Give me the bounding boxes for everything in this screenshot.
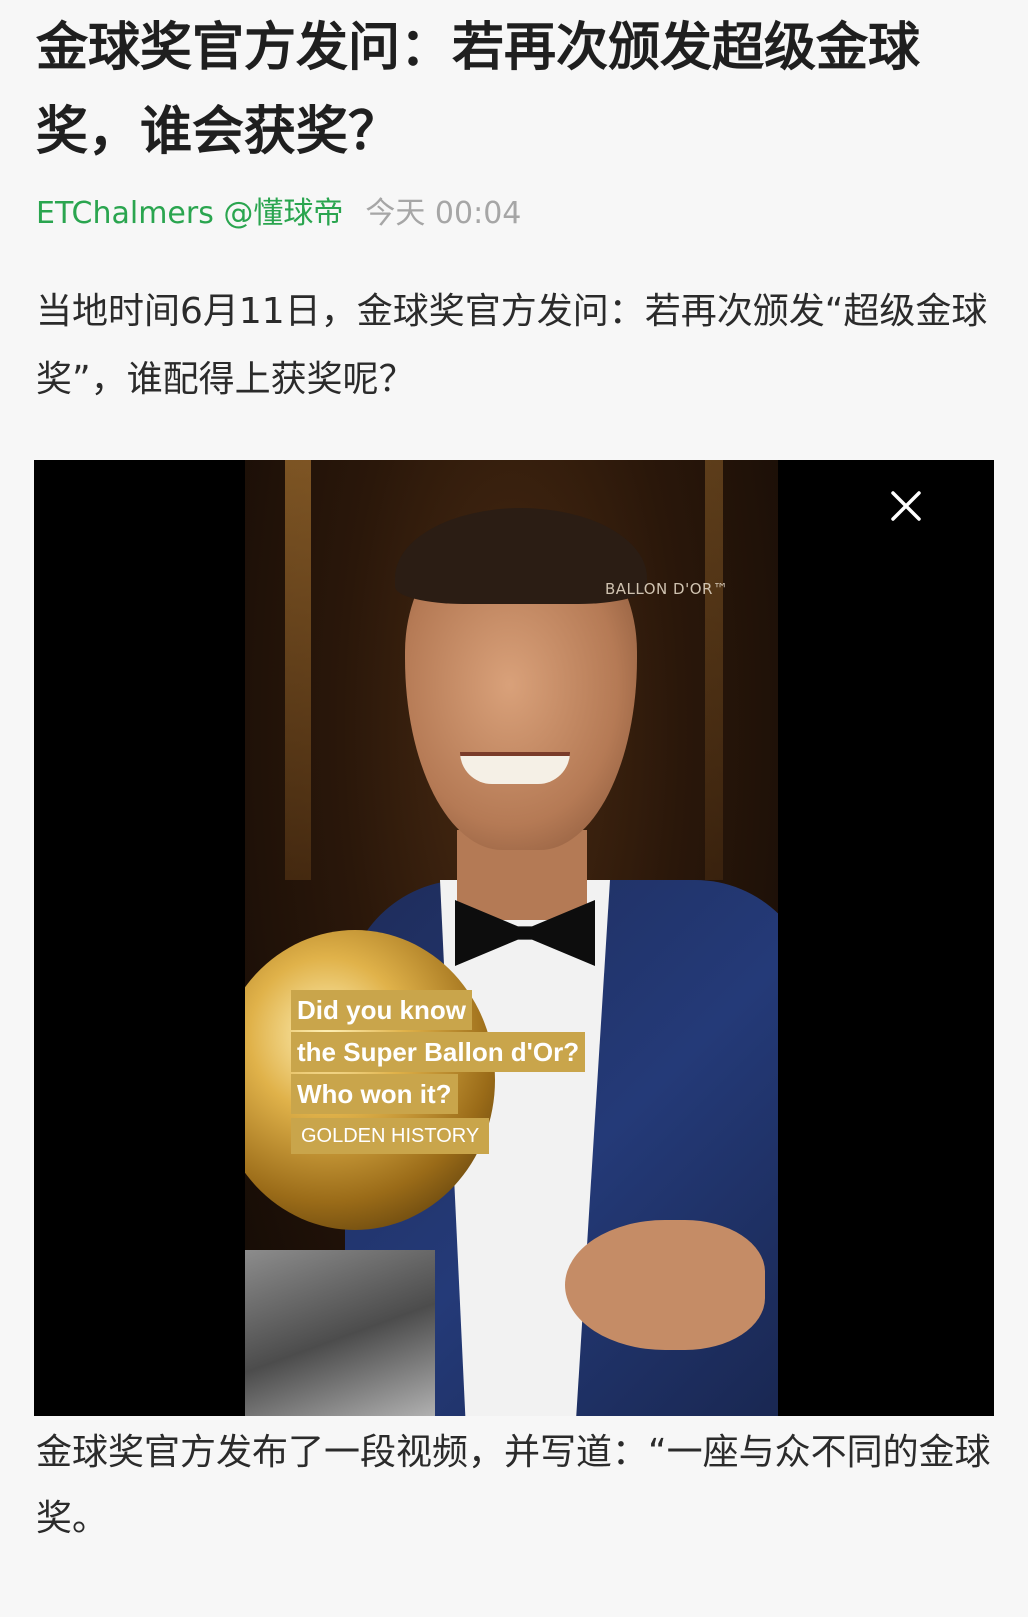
author-link[interactable]: ETChalmers @懂球帝 bbox=[36, 196, 343, 231]
trophy-base bbox=[245, 1250, 435, 1416]
stage-light bbox=[285, 460, 311, 880]
stage-light bbox=[705, 460, 723, 880]
body-paragraph: 金球奖官方发布了一段视频，并写道：“一座与众不同的金球奖。 bbox=[36, 1432, 991, 1539]
pointing-hand bbox=[565, 1220, 765, 1350]
caption-subtitle: GOLDEN HISTORY bbox=[291, 1118, 490, 1154]
article-meta: ETChalmers @懂球帝 今天 00:04 bbox=[36, 192, 521, 236]
article: 金球奖官方发问：若再次颁发超级金球奖，谁会获奖？ ETChalmers @懂球帝… bbox=[0, 0, 1028, 1617]
caption-line: Who won it? bbox=[291, 1074, 458, 1114]
close-icon[interactable] bbox=[888, 488, 924, 524]
video-caption-overlay: Did you know the Super Ballon d'Or? Who … bbox=[291, 990, 586, 1154]
caption-line: Did you know bbox=[291, 990, 472, 1030]
video-player[interactable]: BALLON D'OR™ Did you know the Super Ball… bbox=[34, 460, 994, 1416]
article-title: 金球奖官方发问：若再次颁发超级金球奖，谁会获奖？ bbox=[36, 18, 921, 162]
lead-paragraph: 当地时间6月11日，金球奖官方发问：若再次颁发“超级金球奖”，谁配得上获奖呢？ bbox=[36, 291, 988, 400]
caption-line: the Super Ballon d'Or? bbox=[291, 1032, 586, 1072]
video-frame[interactable]: BALLON D'OR™ Did you know the Super Ball… bbox=[245, 460, 778, 1416]
player-smile bbox=[460, 752, 570, 784]
publish-time: 今天 00:04 bbox=[365, 196, 522, 231]
ballon-dor-watermark: BALLON D'OR™ bbox=[605, 580, 729, 598]
